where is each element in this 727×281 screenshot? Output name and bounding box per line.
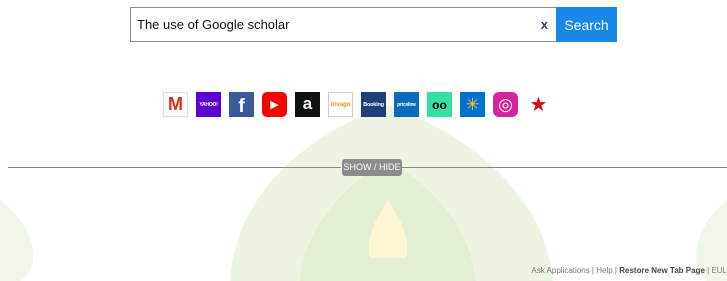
eula-link[interactable]: EUL	[711, 266, 727, 275]
booking-icon[interactable]: Booking	[361, 92, 386, 117]
background-watermark	[0, 105, 727, 281]
search-button[interactable]: Search	[556, 7, 617, 42]
instagram-icon[interactable]: ◎	[493, 92, 518, 117]
macys-icon[interactable]: ★	[526, 92, 551, 117]
footer-separator: |	[591, 266, 594, 275]
restore-new-tab-link[interactable]: Restore New Tab Page	[619, 266, 705, 275]
search-bar: x Search	[130, 7, 617, 42]
search-input-wrap: x	[130, 7, 556, 42]
clear-search-icon[interactable]: x	[541, 17, 548, 32]
yahoo-icon[interactable]: YAHOO!	[196, 92, 221, 117]
footer-separator: |	[614, 266, 617, 275]
show-hide-toggle[interactable]: SHOW / HIDE	[342, 159, 402, 176]
help-link[interactable]: Help	[596, 266, 612, 275]
amazon-icon[interactable]: a	[295, 92, 320, 117]
ask-applications-link[interactable]: Ask Applications	[531, 266, 589, 275]
facebook-icon[interactable]: f	[229, 92, 254, 117]
footer-separator: |	[707, 266, 710, 275]
tripadvisor-icon[interactable]: oo	[427, 92, 452, 117]
walmart-icon[interactable]: ✳	[460, 92, 485, 117]
divider-right	[402, 167, 727, 168]
priceline-icon[interactable]: priceline	[394, 92, 419, 117]
divider-left	[8, 167, 341, 168]
shortcut-bar: M YAHOO! f ▶ a trivago Booking priceline…	[163, 92, 551, 117]
footer-links: Ask Applications | Help | Restore New Ta…	[531, 266, 727, 275]
trivago-icon[interactable]: trivago	[328, 92, 353, 117]
search-input[interactable]	[131, 8, 556, 41]
gmail-icon[interactable]: M	[163, 92, 188, 117]
youtube-icon[interactable]: ▶	[262, 92, 287, 117]
